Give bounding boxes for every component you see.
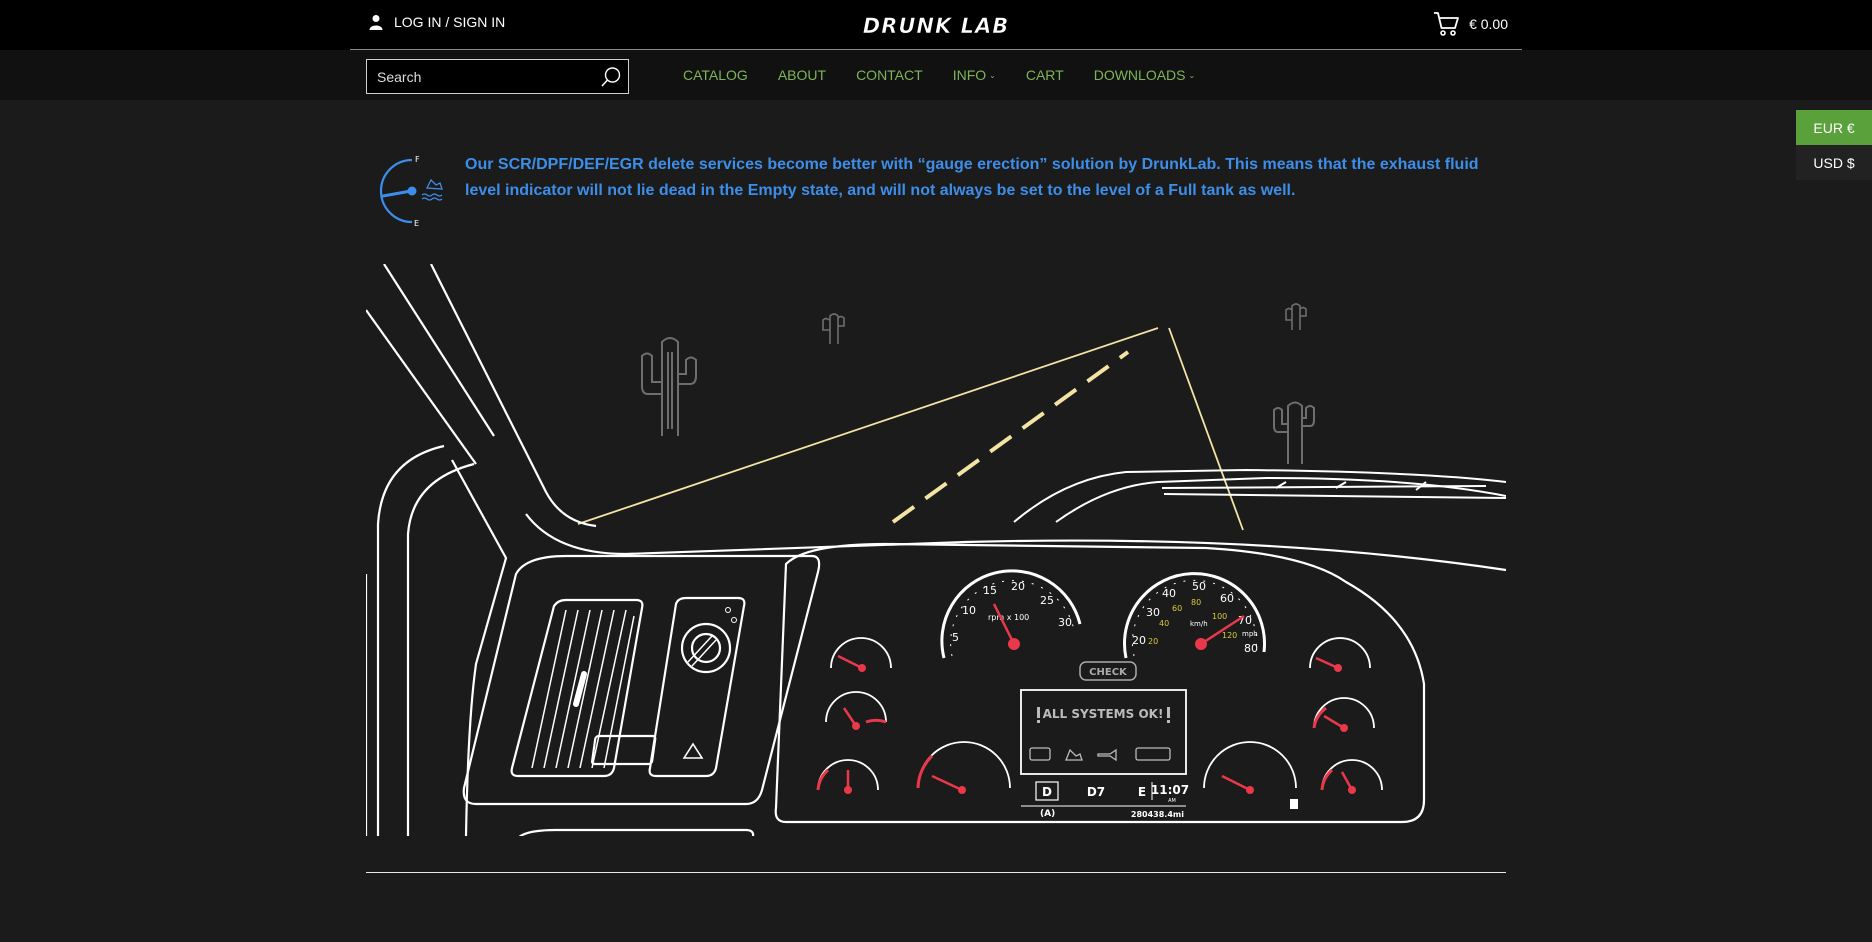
dashboard-shelf xyxy=(1013,468,1506,523)
medium-gauge xyxy=(917,741,1297,789)
def-icon xyxy=(1065,748,1083,761)
check-label: CHECK xyxy=(1089,667,1128,678)
search-input[interactable] xyxy=(367,68,587,85)
kmh-tick: 60 xyxy=(1172,604,1182,613)
kmh-tick: 80 xyxy=(1191,598,1201,607)
shopping-cart-icon xyxy=(1434,12,1459,36)
cart-total: € 0.00 xyxy=(1469,16,1508,32)
gear-center: D7 xyxy=(1087,785,1105,799)
gear-left: D xyxy=(1042,785,1052,799)
currency-usd[interactable]: USD $ xyxy=(1796,145,1872,180)
rpm-tick: 5 xyxy=(952,631,959,644)
gauge-full-label: F xyxy=(415,155,420,164)
chevron-down-icon: ⌄ xyxy=(989,70,996,80)
search-box xyxy=(366,59,629,94)
nav-catalog[interactable]: CATALOG xyxy=(683,67,748,83)
mph-tick: 80 xyxy=(1244,642,1258,655)
main-nav: CATALOG ABOUT CONTACT INFO ⌄ CART DOWNLOA… xyxy=(683,67,1195,83)
currency-eur[interactable]: EUR € xyxy=(1796,110,1872,145)
odometer: 280438.4mi xyxy=(1131,810,1184,819)
kmh-tick: 100 xyxy=(1212,612,1227,621)
engine-icon xyxy=(1029,747,1051,761)
status-text: ALL SYSTEMS OK! xyxy=(1043,707,1164,721)
login-link[interactable]: LOG IN / SIGN IN xyxy=(368,14,505,30)
rpm-tick: 25 xyxy=(1040,594,1054,607)
chevron-down-icon: ⌄ xyxy=(1188,70,1196,80)
instrument-cluster xyxy=(774,542,1426,824)
nav-downloads[interactable]: DOWNLOADS ⌄ xyxy=(1094,67,1196,83)
mph-tick: 50 xyxy=(1192,580,1206,593)
truck-dashboard-illustration: 5 10 15 20 25 30 rpm x 100 20 30 40 50 6… xyxy=(366,264,1506,836)
kmh-unit: km/h xyxy=(1190,620,1208,628)
kmh-tick: 120 xyxy=(1222,631,1237,640)
cactus-icon xyxy=(641,337,697,436)
small-gauge xyxy=(817,637,892,791)
top-bar-inner: LOG IN / SIGN IN DRUNK LAB € 0.00 xyxy=(350,0,1522,50)
login-label: LOG IN / SIGN IN xyxy=(394,14,506,30)
nav-cart[interactable]: CART xyxy=(1026,67,1064,83)
info-description: Our SCR/DPF/DEF/EGR delete services beco… xyxy=(465,156,1479,199)
road-edge-left xyxy=(577,327,1159,525)
clock-period: AM xyxy=(1168,798,1176,804)
nav-bar: CATALOG ABOUT CONTACT INFO⌄ CART DOWNLOA… xyxy=(0,50,1872,100)
warning-icons xyxy=(1029,747,1171,762)
nav-about[interactable]: ABOUT xyxy=(778,67,826,83)
hazard-icon xyxy=(682,742,704,759)
clock-time: 11:07 xyxy=(1151,783,1189,797)
rpm-tick: 30 xyxy=(1058,616,1072,629)
center-console xyxy=(462,554,821,836)
nav-info[interactable]: INFO ⌄ xyxy=(953,67,996,83)
currency-switcher: EUR € USD $ xyxy=(1796,110,1872,180)
dashboard-top xyxy=(525,513,1506,572)
status-display xyxy=(1020,689,1187,775)
dpf-icon xyxy=(1135,747,1171,761)
mph-tick: 70 xyxy=(1238,614,1252,627)
mph-unit: mph xyxy=(1242,630,1258,638)
mph-tick: 30 xyxy=(1146,606,1160,619)
rpm-tick: 20 xyxy=(1011,580,1025,593)
drive-mode: (A) xyxy=(1040,809,1055,819)
cart-summary[interactable]: € 0.00 xyxy=(1433,11,1508,37)
fuel-level-gauge-icon: F E xyxy=(379,155,443,228)
cactus-icon xyxy=(1273,401,1315,464)
cactus-icon xyxy=(1285,303,1307,330)
drunk-lab-logo[interactable]: DRUNK LAB xyxy=(860,11,1012,39)
def-fluid-icon xyxy=(421,178,443,201)
mph-tick: 20 xyxy=(1132,634,1146,647)
kmh-tick: 40 xyxy=(1159,619,1169,628)
logo-text: DRUNK LAB xyxy=(863,14,1009,38)
rpm-tick: 15 xyxy=(983,584,997,597)
fuel-pump-icon xyxy=(1290,799,1298,809)
road-edge-right xyxy=(1168,327,1244,531)
cab-frame xyxy=(366,264,597,836)
top-bar: LOG IN / SIGN IN DRUNK LAB € 0.00 xyxy=(0,0,1872,50)
rpm-tick: 10 xyxy=(962,604,976,617)
user-icon xyxy=(369,15,383,30)
search-icon[interactable] xyxy=(600,66,622,88)
content-divider xyxy=(366,872,1506,873)
mph-tick: 40 xyxy=(1162,587,1176,600)
kmh-tick: 20 xyxy=(1148,637,1158,646)
mph-tick: 60 xyxy=(1220,592,1234,605)
rpm-needle xyxy=(992,603,1016,645)
gauge-empty-label: E xyxy=(414,219,419,228)
gear-right: E xyxy=(1138,785,1146,799)
rpm-unit: rpm x 100 xyxy=(988,613,1029,622)
exhaust-icon xyxy=(1097,748,1117,762)
nav-contact[interactable]: CONTACT xyxy=(856,67,923,83)
cactus-icon xyxy=(822,313,845,344)
